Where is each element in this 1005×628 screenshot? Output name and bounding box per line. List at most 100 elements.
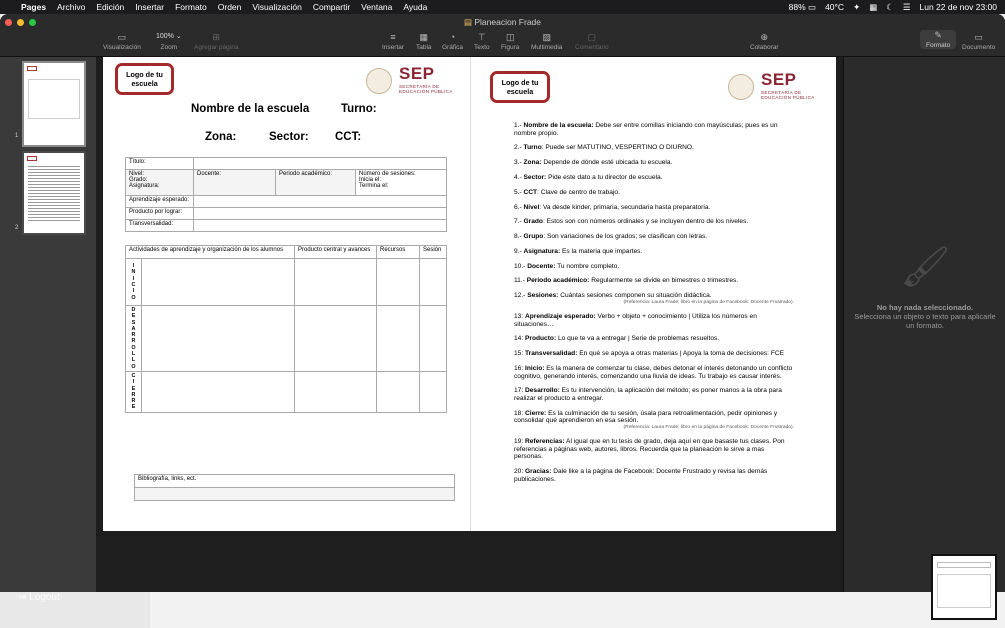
info-table[interactable]: Título: Nivel: Grado: Asignatura: Docente: P…: [125, 157, 447, 232]
school-logo-placeholder[interactable]: Logo de tu escuela: [115, 63, 174, 95]
cierre-product-cell[interactable]: [294, 370, 377, 413]
menubar-clock[interactable]: Lun 22 de nov 23:00: [919, 2, 997, 12]
page-navigator-thumbnail[interactable]: [931, 554, 997, 620]
instruction-item[interactable]: 15: Transversalidad: En qué se apoya a o…: [514, 350, 794, 358]
temperature-status[interactable]: 40°C: [825, 2, 844, 12]
transversalidad-value-cell[interactable]: [193, 219, 447, 232]
desarrollo-session-cell[interactable]: [419, 305, 447, 372]
logout-button[interactable]: ⇥ Logout: [18, 592, 60, 603]
bibliography-value-cell[interactable]: [134, 487, 455, 501]
menu-formato[interactable]: Formato: [175, 2, 207, 12]
instruction-item[interactable]: 3.- Zona: Depende de dónde esté ubicada …: [514, 159, 794, 167]
bibliography-table[interactable]: Bibliografía, links, ect.: [134, 474, 455, 501]
page-1[interactable]: Logo de tu escuela SEP SECRETARÍA DE EDU…: [103, 57, 470, 531]
instruction-item[interactable]: 6.- Nivel: Va desde kinder, primaria, se…: [514, 204, 794, 212]
document-button[interactable]: ▭ Documento: [962, 32, 995, 51]
collaborate-button[interactable]: ⊕ Colaborar: [750, 32, 779, 51]
inicio-product-cell[interactable]: [294, 258, 377, 306]
page-thumbnail-2[interactable]: [22, 151, 86, 235]
cierre-activities-cell[interactable]: [141, 370, 295, 413]
transversalidad-cell[interactable]: Transversalidad:: [125, 219, 194, 232]
menu-ventana[interactable]: Ventana: [361, 2, 392, 12]
menu-visualizacion[interactable]: Visualización: [252, 2, 301, 12]
instruction-item[interactable]: 18: Cierre: Es la culminación de tu sesi…: [514, 410, 794, 431]
document-canvas[interactable]: Logo de tu escuela SEP SECRETARÍA DE EDU…: [96, 57, 843, 592]
page-2[interactable]: Logo de tu escuela SEP SECRETARÍA DE EDU…: [470, 57, 836, 531]
view-button[interactable]: ▭ Visualización: [103, 32, 141, 51]
cierre-resources-cell[interactable]: [376, 370, 420, 413]
aprendizaje-cell[interactable]: Aprendizaje esperado:: [125, 195, 194, 208]
add-page-button[interactable]: ⊞ Agregar página: [194, 32, 238, 51]
activities-table[interactable]: Actividades de aprendizaje y organizació…: [125, 245, 447, 413]
turno-heading[interactable]: Turno:: [341, 103, 377, 115]
inicio-resources-cell[interactable]: [376, 258, 420, 306]
instruction-item[interactable]: 16: Inicio: Es la manera de comenzar tu …: [514, 365, 794, 380]
titulo-value-cell[interactable]: [193, 157, 447, 170]
sesiones-cell[interactable]: Número de sesiones: Inicia el: Termina el:: [355, 169, 447, 196]
shape-button[interactable]: ◫ Figura: [501, 32, 519, 51]
sector-heading[interactable]: Sector:: [269, 131, 309, 143]
table-button[interactable]: ▦ Tabla: [416, 32, 432, 51]
col-actividades[interactable]: Actividades de aprendizaje y organizació…: [125, 245, 295, 259]
chart-button[interactable]: ◔ Gráfica: [442, 32, 463, 51]
cct-heading[interactable]: CCT:: [335, 131, 361, 143]
inicio-activities-cell[interactable]: [141, 258, 295, 306]
instruction-item[interactable]: 11.- Periodo académico: Regularmente se …: [514, 277, 794, 285]
desarrollo-product-cell[interactable]: [294, 305, 377, 372]
menu-edicion[interactable]: Edición: [96, 2, 124, 12]
menu-app-name[interactable]: Pages: [21, 2, 46, 12]
aprendizaje-value-cell[interactable]: [193, 195, 447, 208]
battery-status[interactable]: 88% ▭: [789, 2, 816, 13]
instruction-item[interactable]: 5.- CCT: Clave de centro de trabajo.: [514, 189, 794, 197]
zoom-control[interactable]: 100% ⌄ Zoom: [156, 32, 182, 51]
instruction-key: Desarrollo:: [525, 387, 560, 395]
school-logo-placeholder-2[interactable]: Logo de tu escuela: [490, 71, 550, 103]
instruction-item[interactable]: 8.- Grupo: Son variaciones de los grados…: [514, 233, 794, 241]
text-button[interactable]: ⊤ Texto: [474, 32, 490, 51]
producto-value-cell[interactable]: [193, 207, 447, 220]
col-sesion[interactable]: Sesión: [419, 245, 447, 259]
instruction-item[interactable]: 20: Gracias: Dale like a la página de Fa…: [514, 468, 794, 483]
window-layout-icon[interactable]: ▦: [869, 2, 877, 13]
page-thumbnail-1[interactable]: [22, 61, 86, 147]
instruction-item[interactable]: 19: Referencias: Al igual que en tu tesi…: [514, 438, 794, 461]
col-recursos[interactable]: Recursos: [376, 245, 420, 259]
bibliography-label[interactable]: Bibliografía, links, ect.: [134, 474, 455, 488]
instructions-list[interactable]: 1.- Nombre de la escuela: Debe ser entre…: [514, 122, 794, 490]
moon-icon[interactable]: ☾: [886, 2, 894, 13]
instruction-item[interactable]: 4.- Sector: Pide este dato a tu director…: [514, 174, 794, 182]
control-center-icon[interactable]: ☰: [903, 2, 911, 13]
insert-button[interactable]: ≡ Insertar: [382, 32, 404, 51]
zona-heading[interactable]: Zona:: [205, 131, 236, 143]
col-producto[interactable]: Producto central y avances: [294, 245, 377, 259]
desarrollo-resources-cell[interactable]: [376, 305, 420, 372]
instruction-item[interactable]: 7.- Grado: Estos son con números ordinal…: [514, 218, 794, 226]
comment-button[interactable]: ▢ Comentario: [575, 32, 609, 51]
menu-ayuda[interactable]: Ayuda: [403, 2, 427, 12]
instruction-item[interactable]: 17: Desarrollo: Es tu intervención, la a…: [514, 387, 794, 402]
menu-archivo[interactable]: Archivo: [57, 2, 85, 12]
cierre-session-cell[interactable]: [419, 370, 447, 413]
menu-compartir[interactable]: Compartir: [313, 2, 350, 12]
school-name-heading[interactable]: Nombre de la escuela: [191, 103, 309, 115]
dropbox-icon[interactable]: ✦: [853, 2, 860, 13]
inicio-session-cell[interactable]: [419, 258, 447, 306]
instruction-item[interactable]: 1.- Nombre de la escuela: Debe ser entre…: [514, 122, 794, 137]
format-button[interactable]: ✎ Formato: [920, 30, 957, 49]
periodo-cell[interactable]: Periodo académico:: [275, 169, 356, 196]
instruction-item[interactable]: 2.- Turno: Puede ser MATUTINO, VESPERTIN…: [514, 144, 794, 152]
instruction-item[interactable]: 10.- Docente: Tu nombre completo.: [514, 263, 794, 271]
producto-cell[interactable]: Producto por lograr:: [125, 207, 194, 220]
instruction-item[interactable]: 13: Aprendizaje esperado: Verbo + objeto…: [514, 313, 794, 328]
desarrollo-activities-cell[interactable]: [141, 305, 295, 372]
instruction-key: CCT: [523, 188, 538, 196]
media-button[interactable]: ▨ Multimedia: [531, 32, 562, 51]
instruction-item[interactable]: 12.- Sesiones: Cuántas sesiones componen…: [514, 292, 794, 306]
docente-cell[interactable]: Docente:: [193, 169, 276, 196]
instruction-item[interactable]: 14: Producto: Lo que te va a entregar | …: [514, 335, 794, 343]
menu-orden[interactable]: Orden: [218, 2, 242, 12]
menu-insertar[interactable]: Insertar: [135, 2, 164, 12]
instruction-item[interactable]: 9.- Asignatura: Es la materia que impart…: [514, 248, 794, 256]
titulo-cell[interactable]: Título:: [125, 157, 194, 170]
nivel-cell[interactable]: Nivel: Grado: Asignatura:: [125, 169, 194, 196]
